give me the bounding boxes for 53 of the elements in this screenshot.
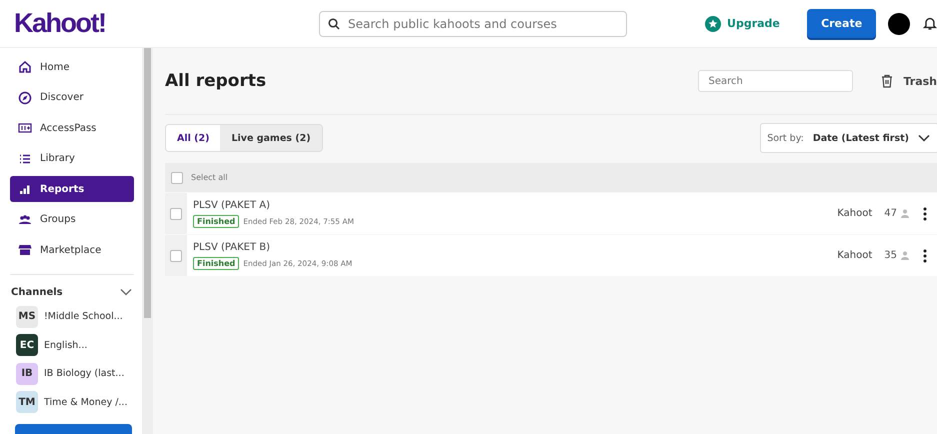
sidebar-item[interactable]: AccessPass [10, 115, 134, 141]
more-icon[interactable] [923, 248, 927, 262]
report-name: PLSV (PAKET B) [193, 242, 272, 252]
trash-link[interactable]: Trash [881, 74, 937, 88]
channel-item[interactable]: IB IB Biology (last... [0, 360, 142, 389]
sort-dropdown[interactable]: Sort by: Date (Latest first) [760, 123, 937, 153]
channel-avatar: IB [16, 362, 38, 384]
upgrade-link[interactable]: Upgrade [705, 16, 780, 32]
sidebar-item[interactable]: Reports [10, 176, 134, 202]
channel-item[interactable]: EC English... [0, 332, 142, 360]
player-count: 47 [884, 208, 897, 219]
bell-icon[interactable] [923, 16, 937, 31]
home-icon [18, 60, 32, 74]
channel-avatar: EC [16, 334, 38, 356]
channel-avatar: MS [16, 306, 38, 328]
checkbox[interactable] [170, 250, 182, 262]
person-icon [901, 251, 909, 260]
sidebar-item[interactable]: Library [10, 146, 134, 172]
select-all-label: Select all [191, 173, 228, 182]
avatar[interactable] [888, 12, 910, 34]
player-count: 35 [884, 250, 897, 261]
channels-heading: Channels [11, 286, 63, 298]
compass-icon [18, 90, 32, 104]
report-type: Kahoot [837, 250, 872, 261]
filter-tab[interactable]: All (2) [166, 125, 220, 151]
pass-icon [18, 121, 32, 135]
search-field[interactable]: Search public kahoots and courses [319, 10, 628, 36]
checkbox[interactable] [171, 172, 183, 184]
status-badge: Finished [193, 214, 240, 228]
chevron-down-icon[interactable] [120, 288, 132, 296]
people-icon [18, 212, 32, 226]
channel-avatar: TM [16, 391, 38, 413]
channel-item[interactable]: MS !Middle School... [0, 304, 142, 332]
create-button[interactable]: Create [806, 9, 876, 38]
channel-item[interactable]: TM Time & Money /... [0, 389, 142, 418]
chevron-down-icon [918, 134, 930, 142]
shop-icon [18, 243, 32, 257]
report-type: Kahoot [837, 208, 872, 219]
filter-tab[interactable]: Live games (2) [220, 125, 322, 151]
sidebar-item[interactable]: Groups [10, 206, 134, 232]
report-name: PLSV (PAKET A) [193, 200, 272, 210]
sidebar-item[interactable]: Discover [10, 84, 134, 110]
page-title: All reports [165, 71, 268, 91]
checkbox[interactable] [170, 208, 182, 220]
search-field[interactable]: Search [698, 70, 854, 92]
person-icon [901, 209, 909, 218]
sidebar-item[interactable]: Marketplace [10, 237, 134, 263]
scrollbar[interactable] [142, 48, 153, 434]
kahoot-logo[interactable]: Kahoot! [14, 8, 320, 39]
more-icon[interactable] [923, 206, 927, 220]
trash-icon [881, 74, 894, 88]
status-badge: Finished [193, 256, 240, 270]
sidebar-item[interactable]: Home [10, 54, 134, 80]
